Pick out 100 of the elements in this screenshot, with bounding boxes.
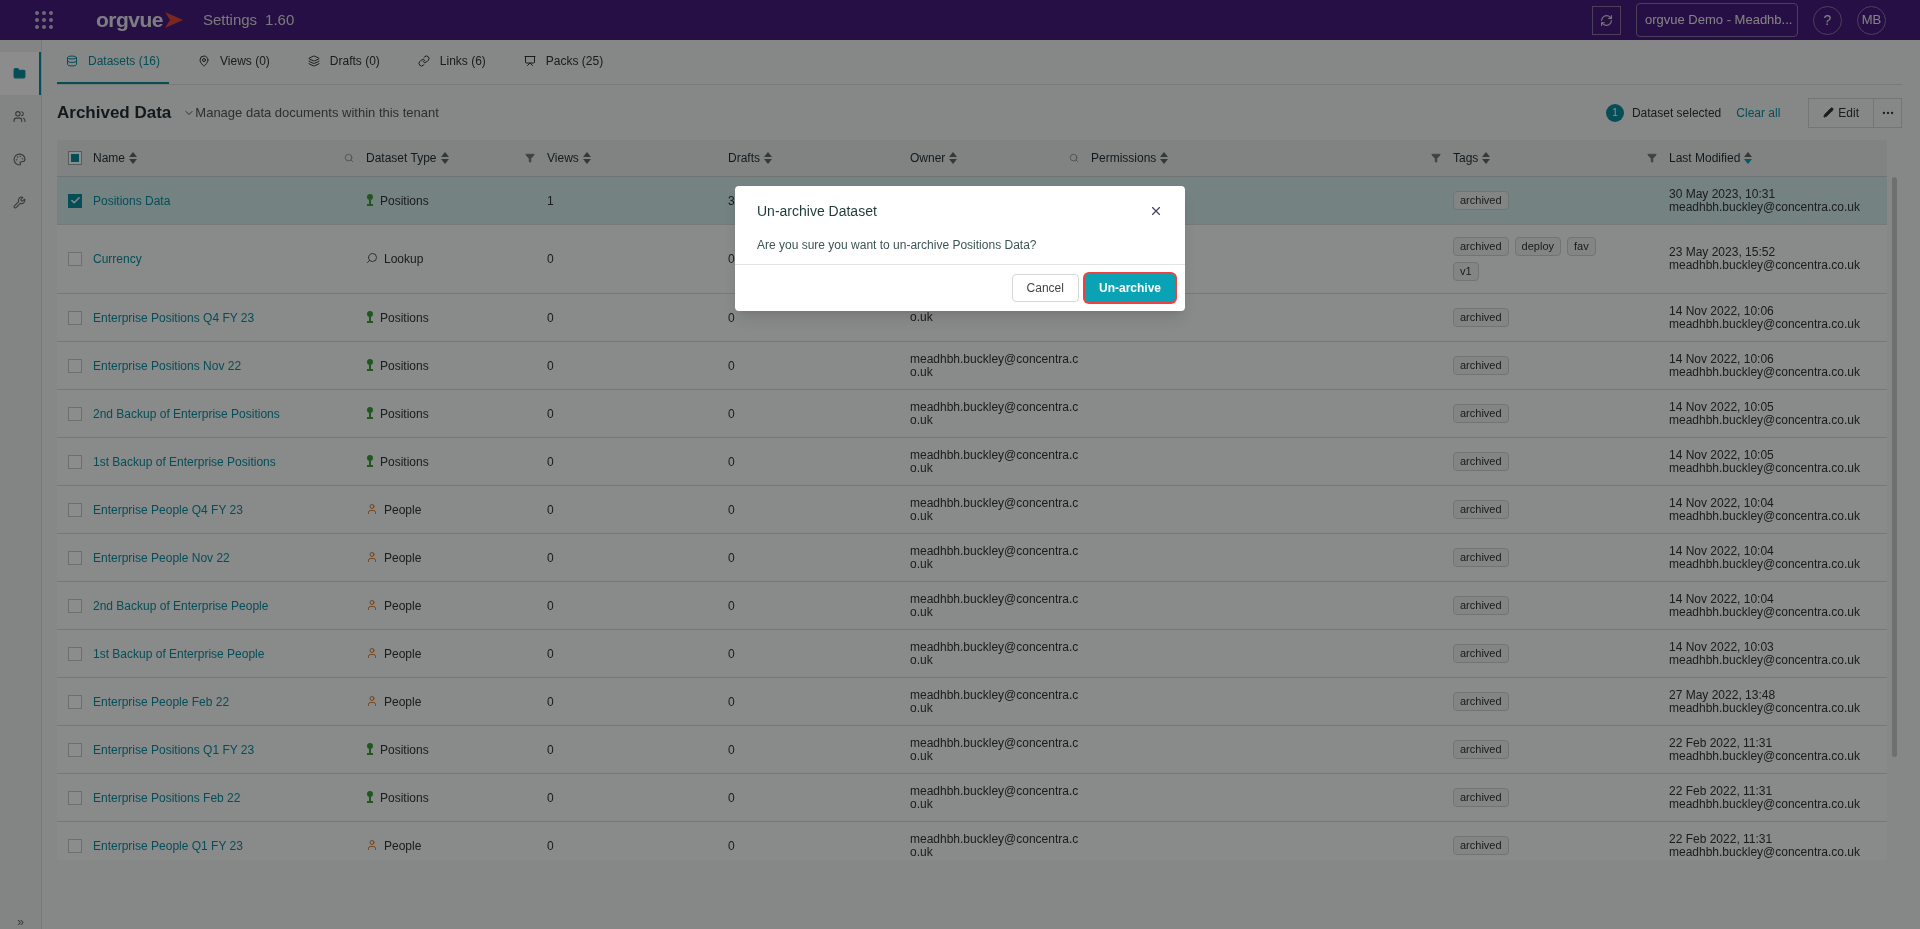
tag: archived xyxy=(1453,308,1509,327)
modified-date: 14 Nov 2022, 10:05 xyxy=(1669,448,1775,462)
views-count: 0 xyxy=(547,694,554,709)
owner-email: meadhbh.buckley@concentra.co.uk xyxy=(910,592,1080,619)
owner-email: meadhbh.buckley@concentra.co.uk xyxy=(910,784,1080,811)
modified-by: meadhbh.buckley@concentra.co.uk xyxy=(1669,413,1861,427)
drafts-count: 0 xyxy=(728,838,735,853)
modified-by: meadhbh.buckley@concentra.co.uk xyxy=(1669,845,1861,859)
modified-date: 14 Nov 2022, 10:03 xyxy=(1669,640,1775,654)
version-label: 1.60 xyxy=(265,9,295,30)
drafts-count: 0 xyxy=(728,694,735,709)
drafts-count: 0 xyxy=(728,742,735,757)
page-heading: Archived Data xyxy=(57,101,172,124)
dataset-type: Positions xyxy=(380,789,429,807)
tag: archived xyxy=(1453,237,1509,256)
modified-date: 22 Feb 2022, 11:31 xyxy=(1669,736,1774,750)
owner-email: meadhbh.buckley@concentra.co.uk xyxy=(910,496,1080,523)
modified-date: 27 May 2022, 13:48 xyxy=(1669,688,1776,702)
dataset-type: Lookup xyxy=(384,251,424,268)
modified-by: meadhbh.buckley@concentra.co.uk xyxy=(1669,701,1861,715)
modified-by: meadhbh.buckley@concentra.co.uk xyxy=(1669,259,1861,272)
dataset-type: People xyxy=(384,549,422,567)
dataset-type: Positions xyxy=(380,741,429,759)
tag: archived xyxy=(1453,788,1509,807)
dataset-type: People xyxy=(384,597,422,615)
dataset-type: People xyxy=(384,693,422,711)
modified-date: 14 Nov 2022, 10:06 xyxy=(1669,352,1775,366)
modified-date: 14 Nov 2022, 10:05 xyxy=(1669,400,1775,414)
modified-by: meadhbh.buckley@concentra.co.uk xyxy=(1669,605,1861,619)
owner-email: o.uk xyxy=(910,311,934,324)
owner-email: meadhbh.buckley@concentra.co.uk xyxy=(910,544,1080,571)
dataset-type: Positions xyxy=(380,357,429,375)
dataset-type: Positions xyxy=(380,453,429,471)
views-count: 0 xyxy=(547,598,554,613)
modified-date: 14 Nov 2022, 10:04 xyxy=(1669,592,1775,606)
selection-label: Dataset selected xyxy=(1631,104,1722,122)
tag: archived xyxy=(1453,191,1509,210)
dataset-type: People xyxy=(384,501,422,519)
tag: archived xyxy=(1453,500,1509,519)
modified-date: 23 May 2023, 15:52 xyxy=(1669,246,1777,259)
owner-email: meadhbh.buckley@concentra.co.uk xyxy=(910,448,1080,475)
views-count: 0 xyxy=(547,790,554,805)
tag: archived xyxy=(1453,692,1509,711)
owner-email: meadhbh.buckley@concentra.co.uk xyxy=(910,832,1080,859)
modified-by: meadhbh.buckley@concentra.co.uk xyxy=(1669,461,1861,475)
tag: archived xyxy=(1453,452,1509,471)
selection-count: 1 xyxy=(1605,103,1624,122)
tag: archived xyxy=(1453,404,1509,423)
drafts-count: 0 xyxy=(728,310,735,325)
drafts-count: 0 xyxy=(728,550,735,565)
views-count: 0 xyxy=(547,646,554,661)
drafts-count: 0 xyxy=(728,358,735,373)
owner-email: meadhbh.buckley@concentra.co.uk xyxy=(910,736,1080,763)
dialog-message: Are you sure you want to un-archive Positions Data? xyxy=(757,238,1037,252)
views-count: 0 xyxy=(547,454,554,469)
modified-by: meadhbh.buckley@concentra.co.uk xyxy=(1669,749,1861,763)
tag: archived xyxy=(1453,356,1509,375)
modified-by: meadhbh.buckley@concentra.co.uk xyxy=(1669,317,1861,331)
tag: archived xyxy=(1453,644,1509,663)
modified-date: 14 Nov 2022, 10:04 xyxy=(1669,544,1775,558)
dataset-type: People xyxy=(384,837,422,855)
tag: archived xyxy=(1453,548,1509,567)
drafts-count: 0 xyxy=(728,406,735,421)
dataset-type: Positions xyxy=(380,405,429,423)
views-count: 0 xyxy=(547,252,554,266)
tag: archived xyxy=(1453,836,1509,855)
drafts-count: 0 xyxy=(728,454,735,469)
owner-email: meadhbh.buckley@concentra.co.uk xyxy=(910,400,1080,427)
modified-by: meadhbh.buckley@concentra.co.uk xyxy=(1669,653,1861,667)
views-count: 0 xyxy=(547,502,554,517)
dataset-type: Positions xyxy=(380,192,429,210)
drafts-count: 0 xyxy=(728,790,735,805)
views-count: 0 xyxy=(547,550,554,565)
modified-by: meadhbh.buckley@concentra.co.uk xyxy=(1669,509,1861,523)
views-count: 0 xyxy=(547,742,554,757)
drafts-count: 0 xyxy=(728,646,735,661)
views-count: 1 xyxy=(547,193,554,208)
page-title: Settings xyxy=(202,9,258,30)
modified-date: 22 Feb 2022, 11:31 xyxy=(1669,832,1774,846)
modified-by: meadhbh.buckley@concentra.co.uk xyxy=(1669,797,1861,811)
drafts-count: 0 xyxy=(728,252,735,266)
owner-email: meadhbh.buckley@concentra.co.uk xyxy=(910,640,1080,667)
views-count: 0 xyxy=(547,358,554,373)
dataset-type: Positions xyxy=(380,309,429,327)
owner-email: meadhbh.buckley@concentra.co.uk xyxy=(910,352,1080,379)
drafts-count: 0 xyxy=(728,502,735,517)
drafts-count: 0 xyxy=(728,598,735,613)
dataset-type: People xyxy=(384,645,422,663)
owner-email: meadhbh.buckley@concentra.co.uk xyxy=(910,688,1080,715)
tag: archived xyxy=(1453,740,1509,759)
modified-by: meadhbh.buckley@concentra.co.uk xyxy=(1669,557,1861,571)
tag: archived xyxy=(1453,596,1509,615)
views-count: 0 xyxy=(547,838,554,853)
modified-date: 14 Nov 2022, 10:04 xyxy=(1669,496,1775,510)
tag: fav xyxy=(1567,237,1596,256)
tag: v1 xyxy=(1453,262,1479,281)
modified-by: meadhbh.buckley@concentra.co.uk xyxy=(1669,365,1861,379)
dialog-title: Un-archive Dataset xyxy=(757,201,878,221)
drafts-count: 3 xyxy=(728,193,735,208)
modified-by: meadhbh.buckley@concentra.co.uk xyxy=(1669,200,1861,214)
